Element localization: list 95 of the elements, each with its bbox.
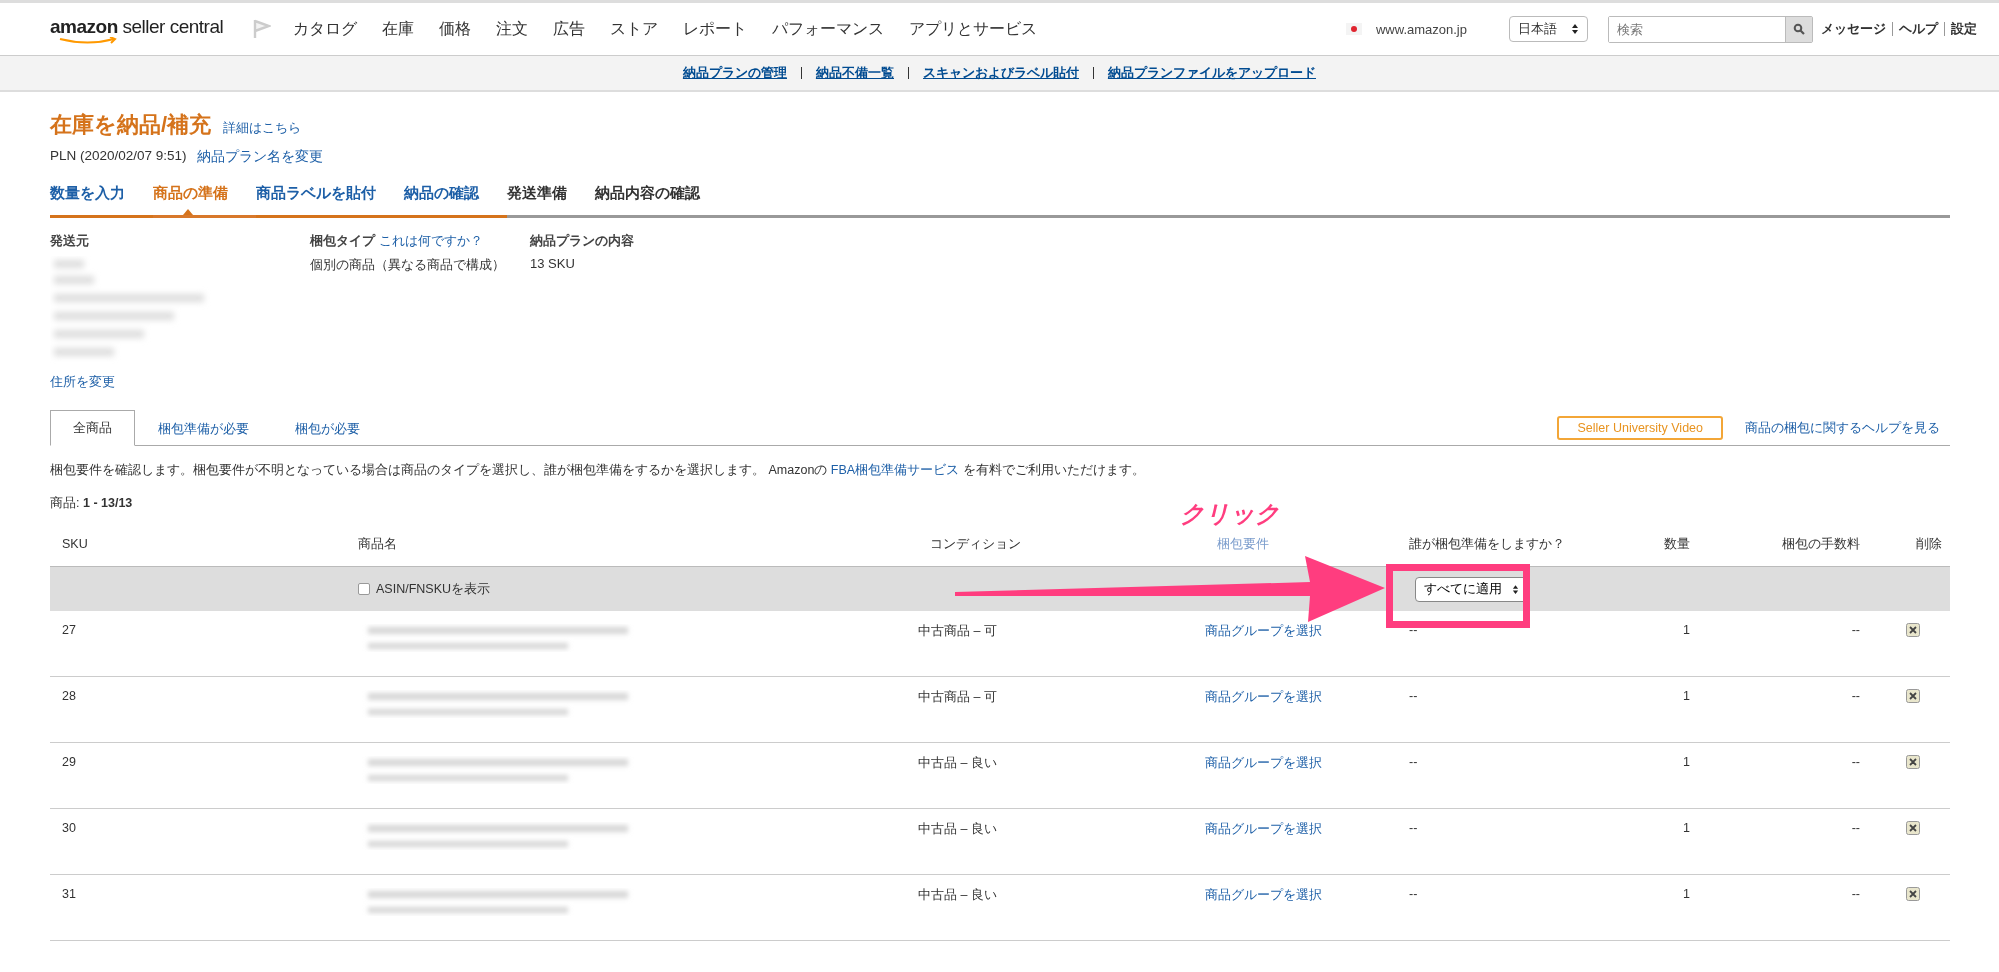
fee-cell-text: --: [1850, 623, 1860, 637]
column-header: 梱包の手数料: [1781, 535, 1860, 553]
plan-name: PLN (2020/02/07 9:51): [50, 148, 187, 165]
nav-link[interactable]: 価格: [439, 18, 472, 40]
item-count: 商品: 1 - 13/13: [50, 495, 134, 512]
column-header: 梱包要件: [1216, 535, 1270, 553]
subnav-link[interactable]: 納品プランの管理: [683, 64, 787, 82]
select-group-link[interactable]: 商品グループを選択: [1205, 624, 1322, 638]
fee-cell-text: --: [1850, 887, 1860, 901]
nav-link[interactable]: パフォーマンス: [772, 18, 885, 40]
checkbox[interactable]: [358, 583, 370, 595]
updown-icon: [1571, 23, 1579, 35]
language-select[interactable]: 日本語: [1509, 16, 1588, 42]
delete-icon[interactable]: [1906, 689, 1920, 703]
select-group-link[interactable]: 商品グループを選択: [1205, 690, 1322, 704]
filter-tab[interactable]: 全商品: [50, 410, 135, 446]
fee-cell-text: --: [1850, 689, 1860, 703]
prep-owner-cell-text: --: [1408, 689, 1419, 703]
nav-link[interactable]: 広告: [553, 18, 586, 40]
column-header: 数量: [1663, 535, 1690, 553]
quantity-cell-text: 1: [1682, 689, 1690, 703]
column-header: 商品名: [357, 535, 398, 553]
help-link[interactable]: これは何ですか？: [378, 233, 483, 248]
packing-help-link[interactable]: 商品の梱包に関するヘルプを見る: [1745, 419, 1940, 437]
column-header: 削除: [1915, 535, 1943, 553]
field-label: 発送元: [50, 232, 90, 250]
nav-link[interactable]: 注文: [496, 18, 529, 40]
search-field[interactable]: 検索: [1608, 15, 1813, 43]
nav-link[interactable]: ストア: [610, 18, 659, 40]
filter-tab[interactable]: 梱包が必要: [272, 411, 383, 446]
delete-icon[interactable]: [1906, 887, 1920, 901]
change-address-link[interactable]: 住所を変更: [50, 374, 260, 391]
field-label: 納品プランの内容: [530, 232, 634, 250]
search-button[interactable]: [1785, 16, 1812, 42]
subnav-link[interactable]: 納品プランファイルをアップロード: [1108, 64, 1316, 82]
packing-type-value: 個別の商品（異なる商品で構成）: [310, 256, 506, 274]
service-link[interactable]: FBA梱包準備サービス: [830, 463, 960, 477]
sku-cell-text: 29: [61, 755, 77, 769]
rename-link[interactable]: 納品プラン名を変更: [196, 148, 323, 166]
sku-cell-text: 27: [61, 623, 77, 637]
column-header: 誰が梱包準備をしますか？: [1408, 535, 1566, 553]
logo[interactable]: amazon seller central: [50, 16, 224, 42]
caret-icon: [183, 209, 193, 215]
delete-icon[interactable]: [1906, 755, 1920, 769]
condition-cell-text: 中古品 – 良い: [918, 821, 998, 838]
condition-cell-text: 中古品 – 良い: [918, 887, 998, 904]
fee-cell-text: --: [1850, 755, 1860, 769]
updown-icon: [1512, 583, 1519, 595]
step-tab[interactable]: 納品の確認: [404, 184, 507, 218]
page-title: 在庫を納品/補充: [50, 111, 212, 139]
delete-icon[interactable]: [1906, 821, 1920, 835]
quantity-cell-text: 1: [1682, 623, 1690, 637]
prep-owner-cell-text: --: [1408, 821, 1419, 835]
condition-cell-text: 中古商品 – 可: [918, 689, 998, 706]
column-header: コンディション: [929, 535, 1022, 553]
annotation-label: クリック: [1180, 499, 1280, 529]
flag-icon: [1345, 23, 1362, 35]
header-link[interactable]: 設定: [1951, 20, 1977, 38]
delete-icon[interactable]: [1906, 623, 1920, 637]
marketplace-text: www.amazon.jp: [1375, 21, 1467, 37]
subnav-link[interactable]: スキャンおよびラベル貼付: [923, 64, 1079, 82]
details-link[interactable]: 詳細はこちら: [223, 119, 302, 137]
header-link[interactable]: ヘルプ: [1899, 20, 1938, 38]
step-tab[interactable]: 商品ラベルを貼付: [256, 184, 404, 218]
sku-cell-text: 28: [61, 689, 77, 703]
filter-tab[interactable]: 梱包準備が必要: [135, 411, 272, 446]
quantity-cell-text: 1: [1682, 821, 1690, 835]
subnav-link[interactable]: 納品不備一覧: [816, 64, 894, 82]
sku-cell-text: 31: [61, 887, 77, 901]
header-link[interactable]: メッセージ: [1821, 20, 1886, 38]
condition-cell-text: 中古商品 – 可: [918, 623, 998, 640]
prep-owner-cell-text: --: [1408, 887, 1419, 901]
select-group-link[interactable]: 商品グループを選択: [1205, 822, 1322, 836]
nav-link[interactable]: 在庫: [382, 18, 415, 40]
select-group-link[interactable]: 商品グループを選択: [1205, 888, 1322, 902]
checkbox-label: ASIN/FNSKUを表示: [376, 580, 490, 598]
nav-link[interactable]: レポート: [683, 18, 748, 40]
prep-owner-cell-text: --: [1408, 755, 1419, 769]
step-tab[interactable]: 発送準備: [507, 184, 595, 218]
search-icon: [1793, 23, 1805, 35]
step-tab[interactable]: 納品内容の確認: [595, 184, 728, 218]
sku-cell-text: 30: [61, 821, 77, 835]
quantity-cell-text: 1: [1682, 887, 1690, 901]
nav-link[interactable]: カタログ: [293, 18, 358, 40]
step-tab[interactable]: 数量を入力: [50, 184, 153, 218]
nav-link[interactable]: アプリとサービス: [909, 18, 1038, 40]
prep-owner-cell-text: --: [1408, 623, 1419, 637]
fee-cell-text: --: [1850, 821, 1860, 835]
description-text: 梱包要件を確認します。梱包要件が不明となっている場合は商品のタイプを選択し、誰が梱包準備をするかを選択します。 Amazonの FBA梱包準備サービス を有料でご利用いただけます。: [50, 462, 1146, 479]
condition-cell-text: 中古品 – 良い: [918, 755, 998, 772]
field-label: 梱包タイプ: [310, 233, 375, 248]
select-group-link[interactable]: 商品グループを選択: [1205, 756, 1322, 770]
column-header: SKU: [61, 537, 89, 551]
contents-value: 13 SKU: [530, 256, 576, 271]
quantity-cell-text: 1: [1682, 755, 1690, 769]
